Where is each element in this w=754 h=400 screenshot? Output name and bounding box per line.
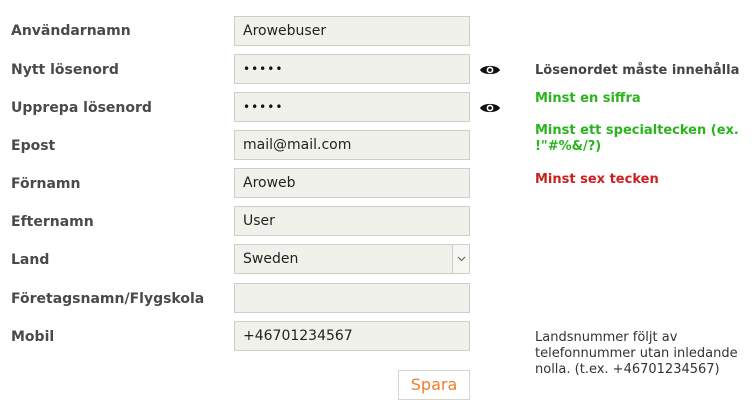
mobile-input[interactable]: +46701234567 xyxy=(234,321,470,351)
rule-min-length: Minst sex tecken xyxy=(535,172,659,187)
email-label: Epost xyxy=(11,138,56,154)
country-selected-value: Sweden xyxy=(243,251,299,267)
first-name-input[interactable]: Aroweb xyxy=(234,168,470,198)
last-name-label: Efternamn xyxy=(11,214,94,230)
password-rules-heading: Lösenordet måste innehålla xyxy=(535,63,740,78)
rule-digit: Minst en siffra xyxy=(535,91,641,106)
new-password-input[interactable]: ••••• xyxy=(234,54,470,84)
save-button[interactable]: Spara xyxy=(398,370,470,400)
eye-icon[interactable] xyxy=(479,100,501,114)
last-name-input[interactable]: User xyxy=(234,206,470,236)
rule-special-char: Minst ett specialtecken (ex. !"#%&/?) xyxy=(535,123,739,154)
chevron-down-icon[interactable] xyxy=(452,245,469,273)
first-name-label: Förnamn xyxy=(11,176,81,192)
new-password-label: Nytt lösenord xyxy=(11,62,119,78)
country-label: Land xyxy=(11,252,50,268)
username-input[interactable]: Arowebuser xyxy=(234,16,470,46)
company-input[interactable] xyxy=(234,283,470,313)
mobile-format-note: Landsnummer följt av telefonnummer utan … xyxy=(535,330,738,377)
username-label: Användarnamn xyxy=(11,23,131,39)
mobile-label: Mobil xyxy=(11,329,55,345)
email-input[interactable]: mail@mail.com xyxy=(234,130,470,160)
repeat-password-label: Upprepa lösenord xyxy=(11,100,152,116)
repeat-password-input[interactable]: ••••• xyxy=(234,92,470,122)
company-label: Företagsnamn/Flygskola xyxy=(11,291,205,307)
country-select[interactable]: Sweden xyxy=(234,244,470,274)
eye-icon[interactable] xyxy=(479,62,501,76)
